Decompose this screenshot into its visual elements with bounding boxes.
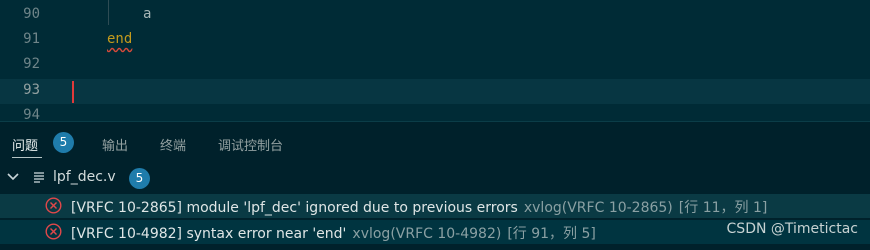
line-number: 92: [23, 56, 40, 72]
current-line[interactable]: 93: [0, 79, 870, 104]
problem-source: xvlog(VRFC 10-2865): [523, 200, 673, 216]
problem-text: [VRFC 10-4982] syntax error near 'end' xv…: [71, 223, 596, 243]
chevron-down-icon[interactable]: [6, 170, 20, 184]
code-line[interactable]: 90 a: [0, 0, 870, 28]
active-tab-indicator: [12, 157, 42, 158]
problem-file-group[interactable]: lpf_dec.v 5: [0, 167, 870, 190]
file-name: lpf_dec.v: [53, 169, 116, 185]
line-number: 94: [23, 107, 40, 121]
tab-debug-console[interactable]: 调试控制台: [218, 135, 283, 154]
tab-output[interactable]: 输出: [102, 135, 128, 154]
tab-problems[interactable]: 问题: [12, 135, 38, 154]
problems-count-badge: 5: [53, 132, 74, 153]
watermark: CSDN @Timetictac: [726, 221, 858, 237]
problem-item[interactable]: [VRFC 10-2865] module 'lpf_dec' ignored …: [0, 194, 870, 218]
tab-terminal[interactable]: 终端: [160, 135, 186, 154]
problems-panel: 问题 5 输出 终端 调试控制台 lpf_dec.v 5 [VRFC 10-28…: [0, 121, 870, 250]
problem-location: [行 91，列 5]: [507, 226, 596, 242]
problem-location: [行 11，列 1]: [678, 200, 768, 216]
problem-source: xvlog(VRFC 10-4982): [352, 226, 502, 242]
code-text: a: [143, 6, 152, 22]
file-lines-icon: [34, 172, 44, 183]
end-keyword: end: [107, 31, 133, 47]
code-line[interactable]: 94: [0, 104, 870, 121]
panel-tabs: 问题 5 输出 终端 调试控制台: [0, 122, 870, 164]
problem-message: [VRFC 10-2865] module 'lpf_dec' ignored …: [71, 200, 518, 216]
line-number: 91: [23, 31, 40, 47]
error-icon: [45, 197, 62, 214]
problem-text: [VRFC 10-2865] module 'lpf_dec' ignored …: [71, 197, 767, 217]
line-number: 90: [23, 6, 40, 22]
indent-guide: [108, 0, 109, 25]
code-editor[interactable]: 90 a 91 end 92 93 94: [0, 0, 870, 121]
code-line[interactable]: 91 end: [0, 28, 870, 53]
problem-message: [VRFC 10-4982] syntax error near 'end': [71, 226, 347, 242]
line-number: 93: [23, 82, 40, 98]
error-icon: [45, 223, 62, 240]
modified-line-marker: [72, 81, 74, 103]
file-problem-count-badge: 5: [129, 168, 150, 189]
code-line[interactable]: 92: [0, 53, 870, 78]
